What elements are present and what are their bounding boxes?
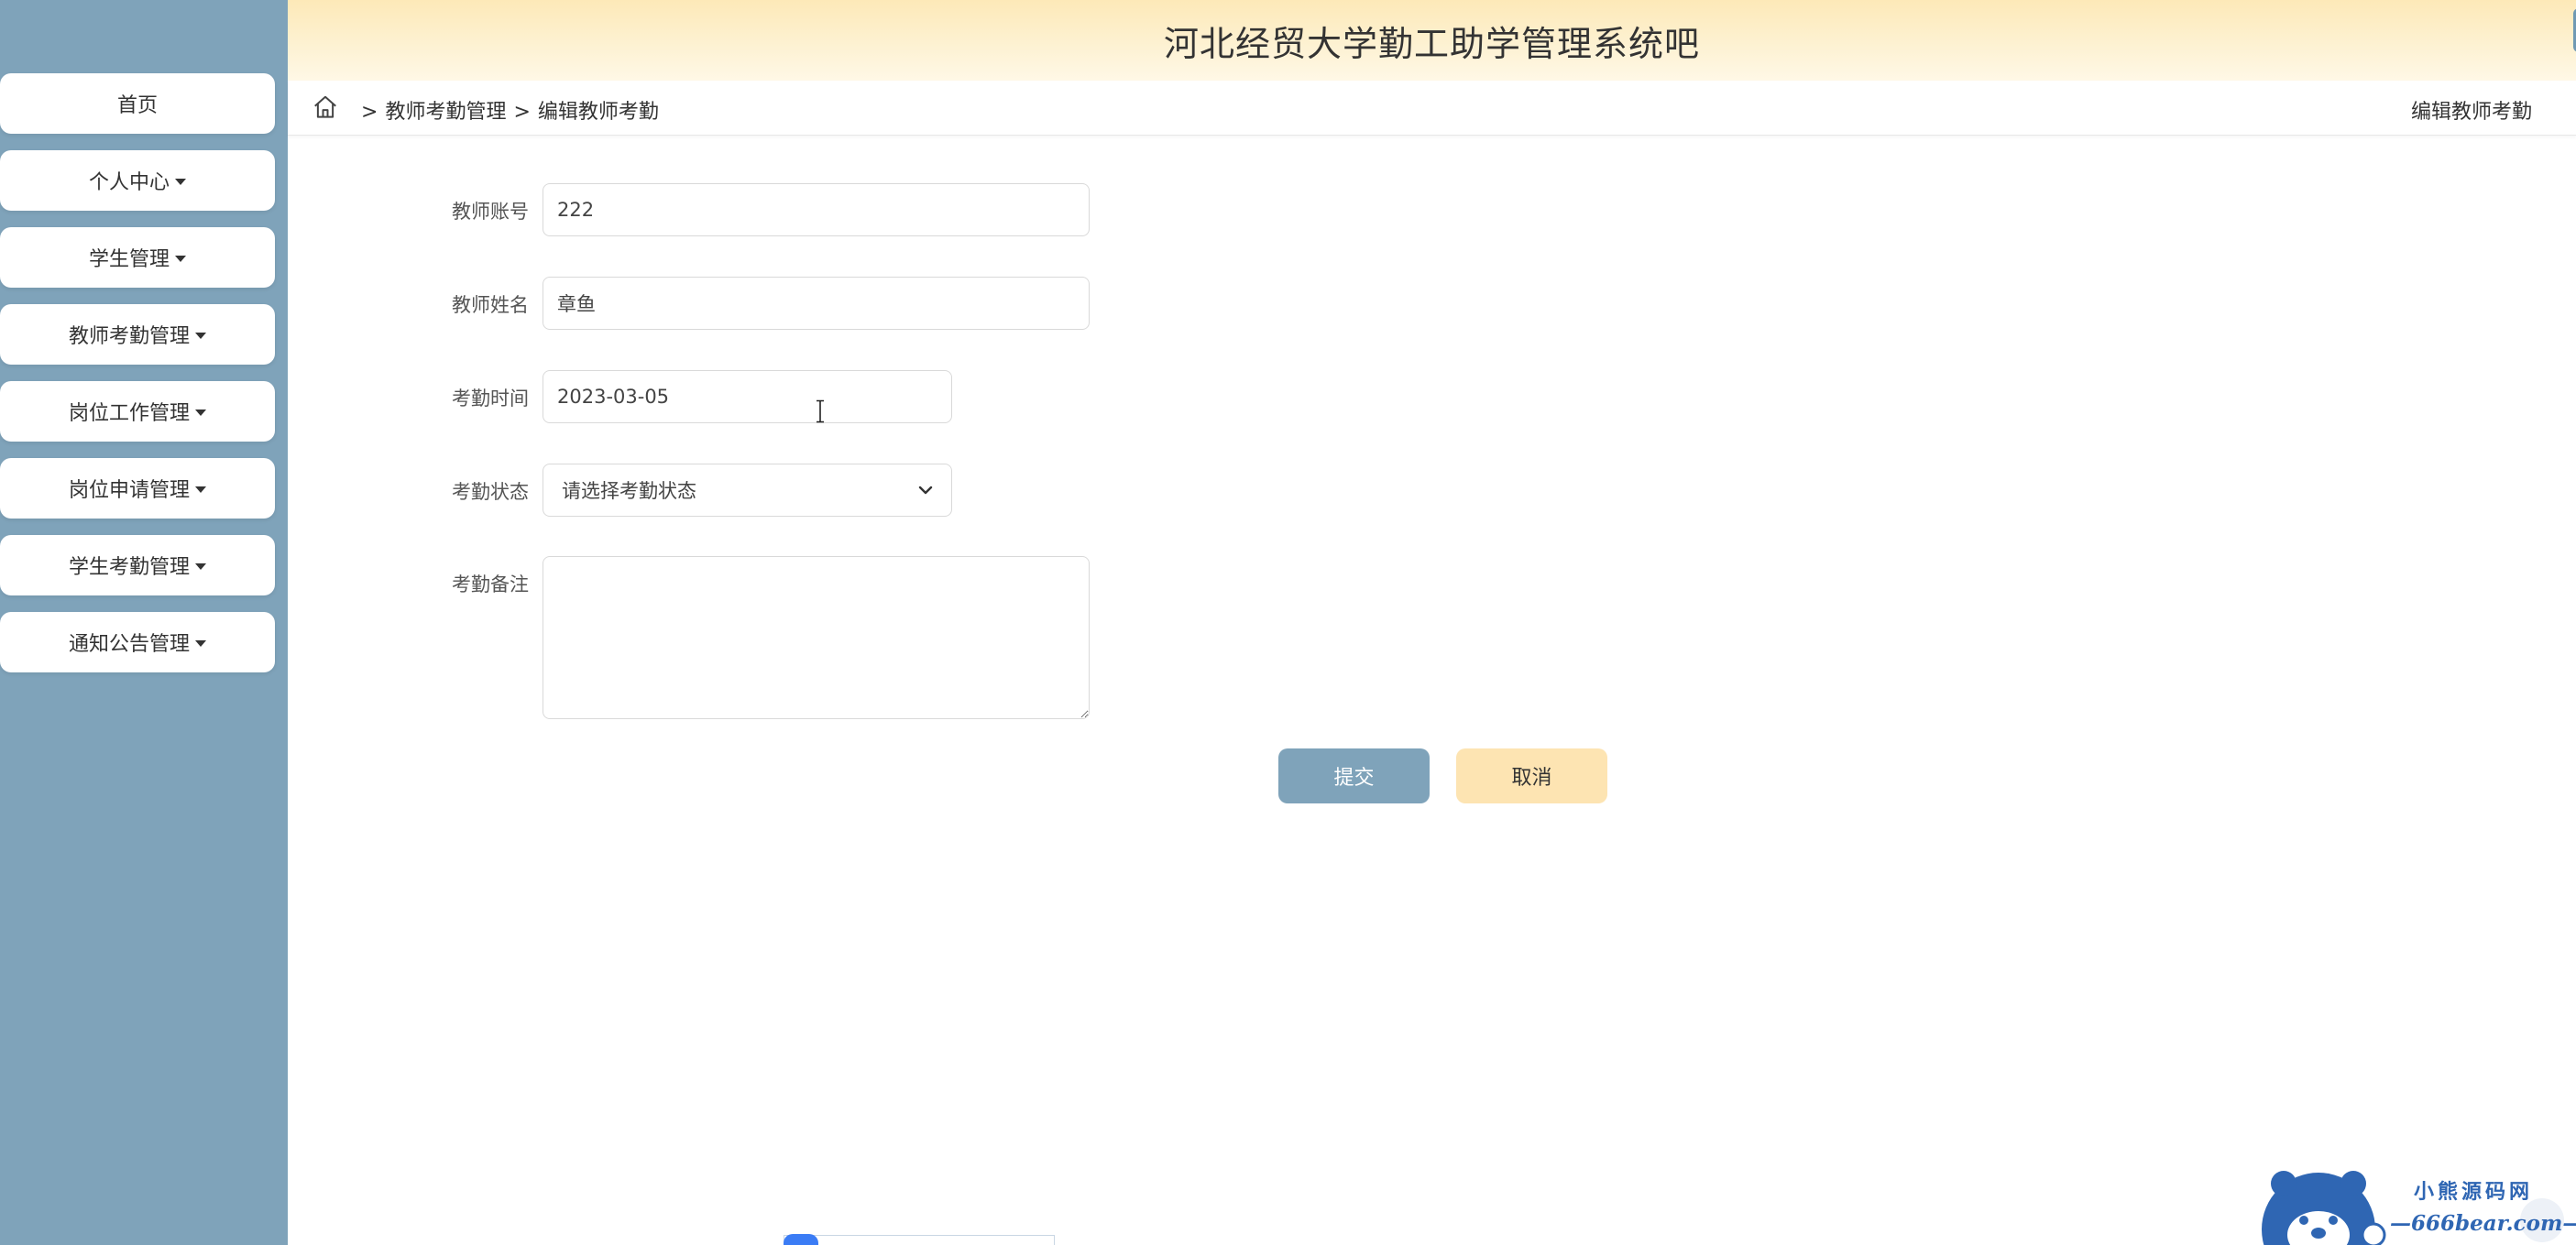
sidebar-item-label: 通知公告管理 <box>68 633 190 656</box>
attendance-status-value: 请选择考勤状态 <box>562 480 696 502</box>
attendance-remark-textarea[interactable] <box>543 556 1090 719</box>
sidebar-item-label: 教师考勤管理 <box>68 325 190 348</box>
teacher-name-label: 教师姓名 <box>452 294 529 316</box>
attendance-status-label: 考勤状态 <box>452 481 529 503</box>
page-title: 编辑教师考勤 <box>2410 101 2532 124</box>
sidebar: 首页 个人中心 学生管理 教师考勤管理 岗位工作管理 岗位申请管理 学生考勤管理… <box>0 0 288 1245</box>
sidebar-item-label: 岗位申请管理 <box>68 479 190 502</box>
teacher-account-label: 教师账号 <box>452 201 529 223</box>
sidebar-item-notices[interactable]: 通知公告管理 <box>0 612 275 672</box>
sidebar-item-teacher-attendance[interactable]: 教师考勤管理 <box>0 304 275 365</box>
sidebar-item-label: 学生考勤管理 <box>68 556 190 579</box>
breadcrumb-trail: > 教师考勤管理 > 编辑教师考勤 <box>354 95 659 125</box>
top-header: 河北经贸大学勤工助学管理系统吧 <box>288 0 2576 81</box>
sidebar-item-label: 岗位工作管理 <box>68 402 190 425</box>
sidebar-item-home[interactable]: 首页 <box>0 73 275 134</box>
sidebar-item-personal-center[interactable]: 个人中心 <box>0 150 275 211</box>
caret-down-icon <box>175 255 186 262</box>
sidebar-item-job-work[interactable]: 岗位工作管理 <box>0 381 275 442</box>
breadcrumb-level1[interactable]: 教师考勤管理 <box>385 101 506 124</box>
attendance-time-label: 考勤时间 <box>452 388 529 410</box>
caret-down-icon <box>175 178 186 185</box>
caret-down-icon <box>195 409 206 416</box>
sidebar-item-label: 首页 <box>116 94 158 117</box>
home-icon[interactable] <box>312 93 339 121</box>
breadcrumb-level2: 编辑教师考勤 <box>537 101 659 124</box>
chevron-down-icon <box>918 486 933 495</box>
breadcrumb-separator: > <box>513 101 531 124</box>
bottom-widget-badge <box>784 1234 818 1245</box>
app-title: 河北经贸大学勤工助学管理系统吧 <box>1163 24 1700 64</box>
sidebar-item-label: 个人中心 <box>88 171 170 194</box>
attendance-remark-label: 考勤备注 <box>452 573 529 595</box>
bottom-partial-widget[interactable] <box>784 1235 1055 1245</box>
text-cursor-icon <box>817 399 824 423</box>
caret-down-icon <box>195 639 206 647</box>
submit-button[interactable]: 提交 <box>1278 748 1430 803</box>
breadcrumb: > 教师考勤管理 > 编辑教师考勤 编辑教师考勤 <box>288 81 2576 136</box>
caret-down-icon <box>195 486 206 493</box>
sidebar-item-job-application[interactable]: 岗位申请管理 <box>0 458 275 519</box>
attendance-time-input[interactable] <box>543 370 952 423</box>
teacher-name-input[interactable] <box>543 277 1090 330</box>
attendance-status-select[interactable]: 请选择考勤状态 <box>543 464 952 517</box>
caret-down-icon <box>195 332 206 339</box>
caret-down-icon <box>195 562 206 570</box>
cancel-button[interactable]: 取消 <box>1456 748 1607 803</box>
sidebar-item-label: 学生管理 <box>88 248 170 271</box>
teacher-account-input[interactable] <box>543 183 1090 236</box>
sidebar-item-student-attendance[interactable]: 学生考勤管理 <box>0 535 275 595</box>
sidebar-item-student-management[interactable]: 学生管理 <box>0 227 275 288</box>
breadcrumb-separator: > <box>361 101 378 124</box>
watermark-en-text: —666bear.com— <box>2390 1211 2576 1236</box>
watermark-cn-text: 小熊源码网 <box>2414 1181 2534 1204</box>
